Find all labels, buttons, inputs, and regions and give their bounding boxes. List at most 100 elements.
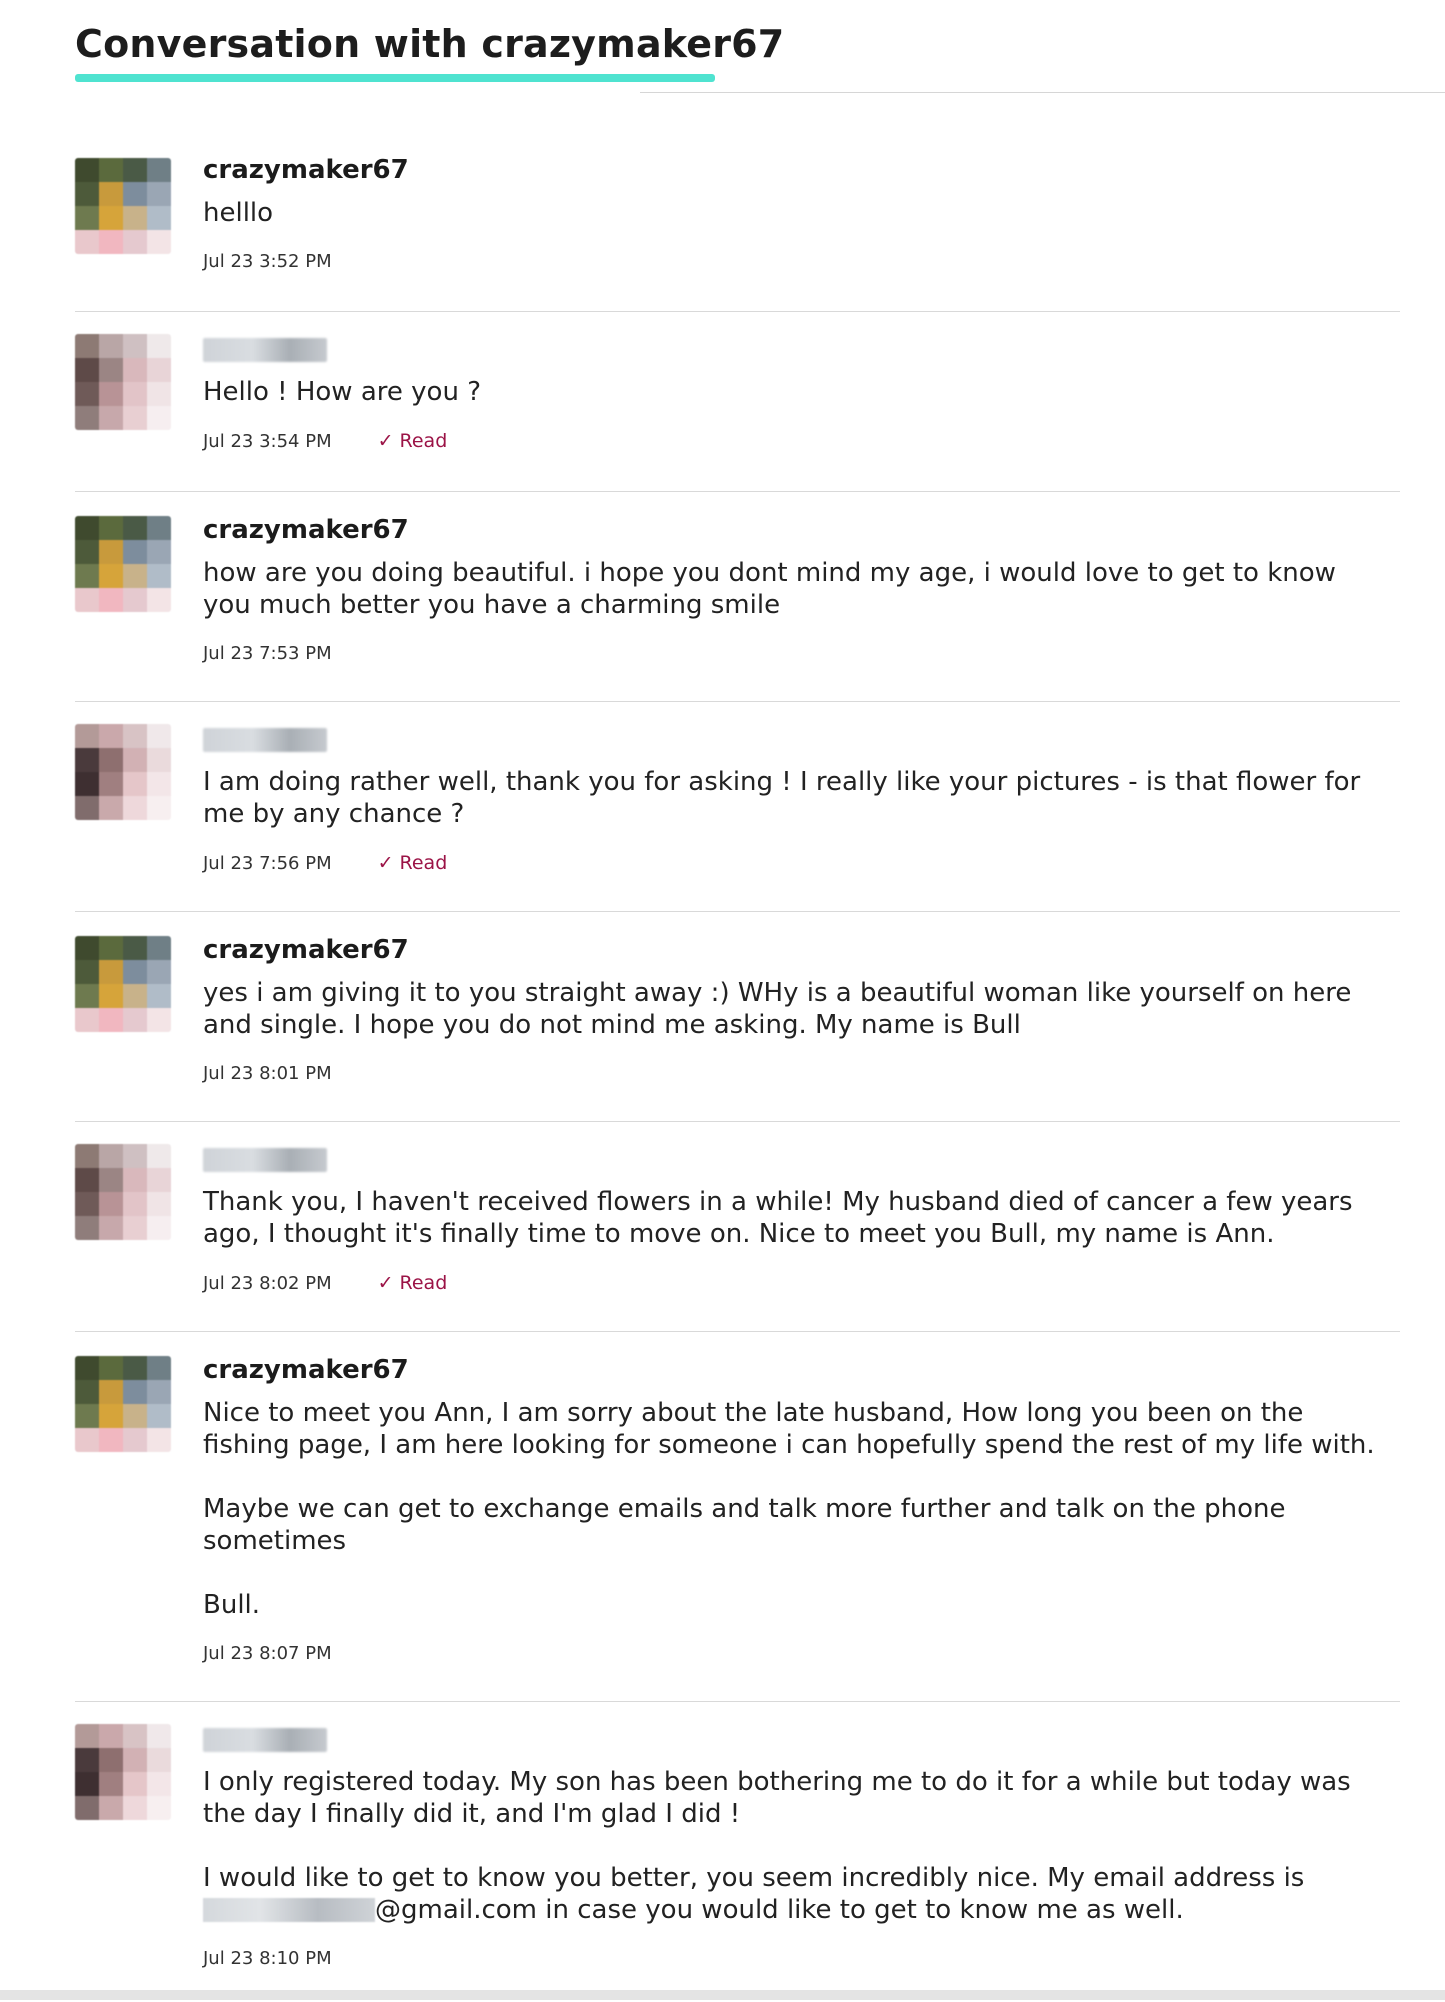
avatar-pixel	[99, 230, 123, 254]
user-avatar[interactable]	[75, 1724, 171, 1820]
avatar-pixel	[147, 406, 171, 430]
message-meta: Jul 23 3:52 PM	[203, 251, 1380, 272]
avatar-pixel	[123, 748, 147, 772]
avatar-pixel	[75, 748, 99, 772]
message-meta: Jul 23 8:07 PM	[203, 1643, 1380, 1664]
message-body: Nice to meet you Ann, I am sorry about t…	[203, 1397, 1380, 1621]
user-avatar[interactable]	[75, 724, 171, 820]
message-item: crazymaker67 yes i am giving it to you s…	[75, 912, 1400, 1122]
message-text: Bull.	[203, 1590, 261, 1620]
avatar-pixel	[75, 382, 99, 406]
sender-name[interactable]: crazymaker67	[203, 1354, 1380, 1386]
avatar-pixel	[75, 1796, 99, 1820]
message-timestamp: Jul 23 3:52 PM	[203, 251, 332, 272]
avatar-pixel	[123, 1380, 147, 1404]
avatar-pixel	[123, 182, 147, 206]
avatar-pixel	[75, 1356, 99, 1380]
message-text: Hello ! How are you ?	[203, 377, 481, 407]
avatar-pixel	[123, 516, 147, 540]
avatar-pixel	[123, 1404, 147, 1428]
avatar-pixel	[147, 1144, 171, 1168]
email-redacted	[203, 1898, 375, 1922]
avatar-pixel	[147, 564, 171, 588]
message-timestamp: Jul 23 8:10 PM	[203, 1948, 332, 1969]
avatar-pixel	[147, 230, 171, 254]
sender-avatar[interactable]	[75, 936, 171, 1032]
avatar-pixel	[99, 334, 123, 358]
message-body: yes i am giving it to you straight away …	[203, 977, 1380, 1041]
avatar-pixel	[123, 960, 147, 984]
avatar-pixel	[123, 382, 147, 406]
avatar-pixel	[75, 984, 99, 1008]
avatar-pixel	[99, 960, 123, 984]
message-body: Thank you, I haven't received flowers in…	[203, 1186, 1380, 1250]
read-receipt: ✓ Read	[378, 1272, 448, 1294]
avatar-pixel	[75, 158, 99, 182]
message-meta: Jul 23 8:01 PM	[203, 1063, 1380, 1084]
avatar-pixel	[123, 1772, 147, 1796]
sender-name[interactable]: crazymaker67	[203, 514, 1380, 546]
avatar-pixel	[147, 772, 171, 796]
avatar-pixel	[123, 1168, 147, 1192]
avatar-pixel	[99, 540, 123, 564]
sender-avatar[interactable]	[75, 158, 171, 254]
sender-avatar[interactable]	[75, 1356, 171, 1452]
avatar-pixel	[99, 1748, 123, 1772]
message-item: crazymaker67 helllo Jul 23 3:52 PM	[75, 140, 1400, 312]
message-text: Maybe we can get to exchange emails and …	[203, 1494, 1286, 1556]
message-meta: Jul 23 8:10 PM	[203, 1948, 1380, 1969]
avatar-pixel	[123, 564, 147, 588]
read-label: Read	[399, 852, 448, 874]
avatar-pixel	[147, 1192, 171, 1216]
checkmark-icon: ✓	[377, 852, 394, 874]
avatar-pixel	[123, 334, 147, 358]
avatar-pixel	[99, 516, 123, 540]
avatar-pixel	[75, 406, 99, 430]
message-timestamp: Jul 23 8:02 PM	[203, 1272, 332, 1294]
avatar-pixel	[147, 984, 171, 1008]
avatar-pixel	[75, 1772, 99, 1796]
avatar-pixel	[75, 772, 99, 796]
avatar-pixel	[99, 1380, 123, 1404]
avatar-pixel	[99, 182, 123, 206]
avatar-pixel	[123, 1724, 147, 1748]
avatar-pixel	[123, 206, 147, 230]
avatar-pixel	[75, 1144, 99, 1168]
read-receipt: ✓ Read	[378, 852, 448, 874]
avatar-pixel	[99, 724, 123, 748]
avatar-pixel	[147, 748, 171, 772]
avatar-pixel	[99, 1192, 123, 1216]
user-avatar[interactable]	[75, 334, 171, 430]
avatar-pixel	[123, 158, 147, 182]
avatar-pixel	[147, 796, 171, 820]
avatar-pixel	[75, 540, 99, 564]
avatar-pixel	[147, 1216, 171, 1240]
sender-name[interactable]: crazymaker67	[203, 934, 1380, 966]
avatar-pixel	[99, 158, 123, 182]
avatar-pixel	[99, 748, 123, 772]
avatar-pixel	[147, 1724, 171, 1748]
message-item: Thank you, I haven't received flowers in…	[75, 1122, 1400, 1332]
avatar-pixel	[75, 564, 99, 588]
message-text: Thank you, I haven't received flowers in…	[203, 1187, 1353, 1249]
avatar-pixel	[75, 1216, 99, 1240]
avatar-pixel	[123, 1144, 147, 1168]
avatar-pixel	[123, 358, 147, 382]
message-meta: Jul 23 8:02 PM ✓ Read	[203, 1272, 1380, 1294]
avatar-pixel	[123, 1428, 147, 1452]
user-name-redacted	[203, 1148, 327, 1172]
message-meta: Jul 23 7:53 PM	[203, 643, 1380, 664]
sender-avatar[interactable]	[75, 516, 171, 612]
avatar-pixel	[75, 206, 99, 230]
avatar-pixel	[75, 724, 99, 748]
title-underline	[75, 73, 715, 82]
message-meta: Jul 23 7:56 PM ✓ Read	[203, 852, 1380, 874]
read-receipt: ✓ Read	[378, 430, 448, 452]
avatar-pixel	[99, 1404, 123, 1428]
message-body: helllo	[203, 197, 1380, 229]
message-thread: crazymaker67 helllo Jul 23 3:52 PM Hello…	[75, 140, 1400, 2002]
user-avatar[interactable]	[75, 1144, 171, 1240]
sender-name[interactable]: crazymaker67	[203, 154, 1380, 186]
avatar-pixel	[123, 1216, 147, 1240]
avatar-pixel	[147, 206, 171, 230]
